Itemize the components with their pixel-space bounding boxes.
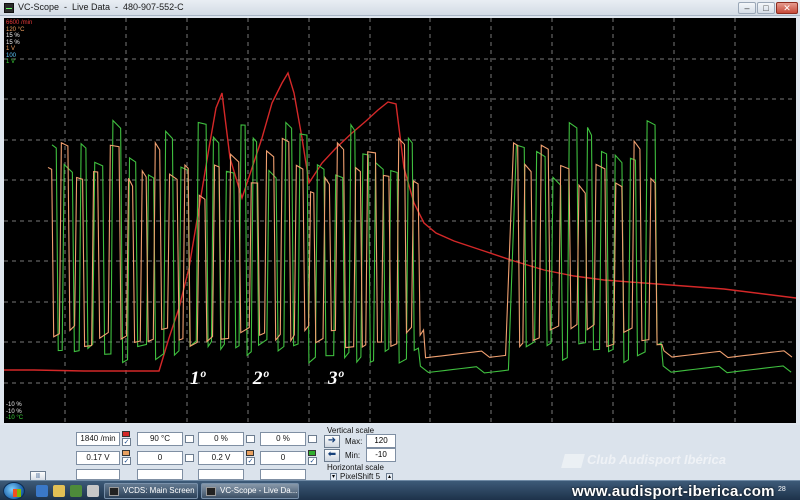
channel-7-swatch bbox=[246, 450, 254, 456]
lambda-green-trace bbox=[51, 119, 792, 374]
channel-7-value: 0.2 V bbox=[198, 451, 244, 465]
title-bar: VC-Scope - Live Data - 480-907-552-C – □… bbox=[0, 0, 800, 16]
channel-8-checkbox[interactable]: ✓ bbox=[308, 457, 317, 465]
vcds-icon bbox=[109, 487, 119, 496]
watermark-club-logo: Club Audisport Ibérica bbox=[561, 452, 726, 468]
task-scope-label: VC-Scope - Live Da... bbox=[220, 486, 298, 495]
channel-8-swatch bbox=[308, 450, 316, 456]
legend-bottom-item-2: -10 °C bbox=[6, 415, 24, 421]
channel-7-checkbox[interactable]: ✓ bbox=[246, 457, 255, 465]
scope-display: 6600 /min 120 °C 15 % 15 % 1 V 100 1 V -10 % -1… bbox=[4, 18, 796, 423]
channel-5-checkbox[interactable]: ✓ bbox=[122, 457, 131, 465]
min-label: Min: bbox=[345, 451, 361, 460]
channel-8-value: 0 bbox=[260, 451, 306, 465]
windows-logo-icon bbox=[13, 489, 21, 497]
scale-legend-bottom: -10 % -10 % -10 °C bbox=[6, 402, 23, 422]
channel-rpm-value: 1840 /min bbox=[76, 432, 120, 446]
channel-12-value bbox=[260, 469, 306, 480]
legend-bottom-item-0: -10 % bbox=[6, 402, 22, 408]
channel-11-value bbox=[198, 469, 244, 480]
watermark-url: www.audisport-iberica.com bbox=[572, 483, 775, 500]
annotation-second: 2º bbox=[253, 368, 269, 389]
channel-5-swatch bbox=[122, 450, 130, 456]
channel-4-checkbox[interactable] bbox=[308, 435, 317, 443]
channel-6-value: 0 bbox=[137, 451, 183, 465]
channel-9-value bbox=[76, 469, 120, 480]
scope-icon bbox=[206, 487, 216, 496]
legend-top-item-7 bbox=[6, 66, 32, 73]
channel-temp-value: 90 °C bbox=[137, 432, 183, 446]
ie-icon[interactable] bbox=[36, 485, 48, 497]
start-button[interactable] bbox=[3, 482, 25, 500]
scope-app-icon bbox=[4, 3, 14, 13]
channel-temp-checkbox[interactable] bbox=[185, 435, 194, 443]
arrow-left-icon[interactable]: ⬅ bbox=[324, 449, 340, 462]
task-vcds-label: VCDS: Main Screen bbox=[123, 486, 195, 495]
channel-5-value: 0.17 V bbox=[76, 451, 120, 465]
lambda-orange-trace bbox=[47, 137, 793, 359]
channel-10-value bbox=[137, 469, 183, 480]
window-title: VC-Scope - Live Data - 480-907-552-C bbox=[18, 2, 184, 12]
app-icon[interactable] bbox=[87, 485, 99, 497]
annotation-first: 1º bbox=[190, 368, 206, 389]
close-button[interactable]: ✕ bbox=[776, 2, 798, 14]
maximize-button[interactable]: □ bbox=[757, 2, 775, 14]
channel-rpm-swatch bbox=[122, 431, 130, 437]
channel-4-value: 0 % bbox=[260, 432, 306, 446]
scope-graph bbox=[4, 18, 796, 423]
arrow-right-icon[interactable]: ➜ bbox=[324, 435, 340, 448]
task-vc-scope[interactable]: VC-Scope - Live Da... bbox=[201, 483, 299, 499]
annotation-third: 3º bbox=[328, 368, 344, 389]
channel-6-checkbox[interactable] bbox=[185, 454, 194, 462]
folder-icon[interactable] bbox=[53, 485, 65, 497]
channel-rpm-checkbox[interactable]: ✓ bbox=[122, 438, 131, 446]
scale-legend-top: 6600 /min 120 °C 15 % 15 % 1 V 100 1 V bbox=[6, 20, 32, 72]
clock: 28 bbox=[778, 486, 786, 493]
watermark-logo-icon bbox=[561, 453, 585, 468]
minimize-button[interactable]: – bbox=[738, 2, 756, 14]
min-input[interactable]: -10 bbox=[366, 448, 396, 462]
task-vcds-main[interactable]: VCDS: Main Screen bbox=[104, 483, 198, 499]
channel-3-checkbox[interactable] bbox=[246, 435, 255, 443]
watermark-club-text: Club Audisport Ibérica bbox=[587, 452, 726, 467]
max-label: Max: bbox=[345, 437, 363, 446]
horizontal-scale-label: Horizontal scale bbox=[327, 463, 384, 472]
media-icon[interactable] bbox=[70, 485, 82, 497]
channel-3-value: 0 % bbox=[198, 432, 244, 446]
max-input[interactable]: 120 bbox=[366, 434, 396, 448]
legend-top-item-0: 6600 /min bbox=[6, 20, 33, 26]
